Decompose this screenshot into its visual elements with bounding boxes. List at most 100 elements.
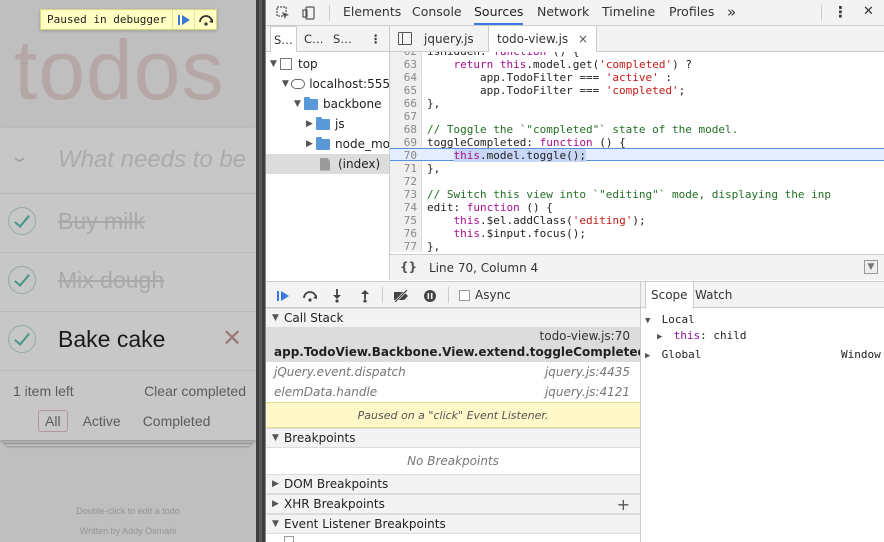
- step-over-icon[interactable]: [194, 10, 216, 29]
- tab-sources[interactable]: Sources: [474, 0, 524, 25]
- close-tab-icon[interactable]: ×: [578, 32, 588, 46]
- resume-icon[interactable]: [172, 10, 194, 29]
- code-line: 76 this.$input.focus();: [390, 227, 884, 240]
- navigator-tab-content-scripts[interactable]: C…: [304, 32, 324, 46]
- editor-statusbar: {} Line 70, Column 4 ▼: [390, 254, 884, 280]
- scope-this-value: : child: [700, 329, 747, 342]
- inspect-element-icon[interactable]: [274, 4, 292, 22]
- line-number[interactable]: 74: [390, 201, 417, 214]
- tab-scope[interactable]: Scope: [645, 282, 694, 309]
- navigator-tab-sources[interactable]: S…: [270, 26, 297, 52]
- tab-timeline[interactable]: Timeline: [602, 0, 655, 25]
- code-text: },: [427, 97, 441, 110]
- line-number[interactable]: 68: [390, 123, 417, 136]
- line-number[interactable]: 71: [390, 162, 417, 175]
- line-number[interactable]: 73: [390, 188, 417, 201]
- tab-console[interactable]: Console: [412, 0, 462, 25]
- folder-icon: [304, 96, 318, 110]
- step-into-icon[interactable]: [328, 287, 346, 305]
- frame-location[interactable]: jquery.js:4121: [545, 385, 630, 399]
- call-frame-elemdata-handle[interactable]: elemData.handle jquery.js:4121: [266, 382, 640, 402]
- tree-item-node-modules[interactable]: ▶ node_mo: [266, 134, 389, 154]
- section-title: DOM Breakpoints: [284, 477, 389, 491]
- execution-line: 70 this.model.toggle();: [390, 148, 884, 162]
- scope-global[interactable]: ▶ Global: [645, 346, 701, 363]
- editor-tab-jquery[interactable]: jquery.js: [416, 26, 482, 52]
- line-number[interactable]: 67: [390, 110, 417, 123]
- tree-item-index[interactable]: (index): [266, 154, 389, 174]
- resume-icon[interactable]: [274, 287, 292, 305]
- close-devtools-icon[interactable]: ✕: [863, 0, 874, 25]
- code-line: 68 // Toggle the `"completed"` state of t…: [390, 123, 884, 136]
- line-number[interactable]: 76: [390, 227, 417, 240]
- dom-breakpoints-header[interactable]: ▶ DOM Breakpoints: [266, 474, 640, 494]
- more-tabs-icon[interactable]: »: [727, 0, 736, 25]
- toggle-navigator-icon[interactable]: [398, 32, 412, 45]
- tabbar-separator: [821, 5, 822, 21]
- tree-item-top[interactable]: ▼ top: [266, 54, 389, 74]
- frame-location[interactable]: todo-view.js:70: [540, 329, 630, 343]
- xhr-breakpoints-header[interactable]: ▶ XHR Breakpoints +: [266, 494, 640, 514]
- devtools-menu-icon[interactable]: ⋮: [833, 0, 848, 25]
- expanded-triangle-icon: ▼: [294, 99, 301, 109]
- line-number[interactable]: 70: [390, 149, 417, 162]
- panel-splitter[interactable]: [256, 0, 266, 542]
- line-number[interactable]: 77: [390, 240, 417, 252]
- deactivate-breakpoints-icon[interactable]: [392, 287, 410, 305]
- scope-tabs: Scope Watch: [641, 281, 884, 309]
- code-text: edit: function () {: [427, 201, 553, 214]
- step-over-icon[interactable]: [301, 287, 319, 305]
- navigator-tab-snippets[interactable]: S…: [333, 32, 352, 46]
- navigator-menu-icon[interactable]: ⋮: [370, 32, 382, 46]
- tree-item-backbone[interactable]: ▼ backbone: [266, 94, 389, 114]
- frame-function: jQuery.event.dispatch: [274, 365, 406, 379]
- code-editor[interactable]: 62isHidden: function () { 63 return this…: [390, 52, 884, 252]
- line-number[interactable]: 65: [390, 84, 417, 97]
- code-line: 72: [390, 175, 884, 188]
- event-category-checkbox[interactable]: [284, 536, 294, 542]
- async-checkbox-box[interactable]: [459, 289, 470, 301]
- code-text: app.TodoFilter === 'active' :: [427, 71, 673, 84]
- call-frame-jquery-dispatch[interactable]: jQuery.event.dispatch jquery.js:4435: [266, 362, 640, 382]
- tab-profiles[interactable]: Profiles: [669, 0, 714, 25]
- paused-banner-text: Paused in debugger: [47, 13, 167, 26]
- event-listener-breakpoints-header[interactable]: ▼ Event Listener Breakpoints: [266, 514, 640, 534]
- async-checkbox[interactable]: Async: [459, 288, 511, 302]
- frame-function: elemData.handle: [274, 385, 378, 399]
- scope-local[interactable]: ▼ Local: [645, 311, 695, 328]
- code-text: this.$input.focus();: [453, 227, 586, 240]
- line-number[interactable]: 63: [390, 58, 417, 71]
- tab-network[interactable]: Network: [537, 0, 589, 25]
- step-out-icon[interactable]: [356, 287, 374, 305]
- code-line: 71},: [390, 162, 884, 175]
- toggle-debugger-sidebar-icon[interactable]: ▼: [864, 260, 878, 274]
- file-icon: [320, 157, 330, 171]
- add-xhr-breakpoint-icon[interactable]: +: [617, 495, 630, 514]
- code-line: 73 // Switch this view into `"editing"` m…: [390, 188, 884, 201]
- tab-elements[interactable]: Elements: [343, 0, 401, 25]
- tree-item-js[interactable]: ▶ js: [266, 114, 389, 134]
- line-number[interactable]: 66: [390, 97, 417, 110]
- code-line: 75 this.$el.addClass('editing');: [390, 214, 884, 227]
- call-stack-header[interactable]: ▼ Call Stack: [266, 308, 640, 328]
- pause-on-exceptions-icon[interactable]: [421, 287, 439, 305]
- code-line: 74 edit: function () {: [390, 201, 884, 214]
- line-number[interactable]: 72: [390, 175, 417, 188]
- tree-item-localhost[interactable]: ▼ localhost:555: [266, 74, 389, 94]
- scope-this-entry[interactable]: ▶ this: child: [657, 327, 746, 344]
- expanded-triangle-icon: ▼: [272, 519, 279, 529]
- line-number[interactable]: 75: [390, 214, 417, 227]
- device-mode-icon[interactable]: [300, 4, 318, 22]
- pretty-print-button[interactable]: {}: [400, 260, 417, 274]
- editor-tab-todo-view[interactable]: todo-view.js ×: [488, 26, 598, 53]
- async-label: Async: [475, 288, 511, 302]
- tree-item-label: js: [335, 117, 345, 131]
- call-frame-toggle-completed[interactable]: todo-view.js:70 app.TodoView.Backbone.Vi…: [266, 328, 646, 362]
- frame-function: app.TodoView.Backbone.View.extend.toggle…: [274, 345, 647, 359]
- frame-location[interactable]: jquery.js:4435: [545, 365, 630, 379]
- line-number[interactable]: 64: [390, 71, 417, 84]
- code-line: 64 app.TodoFilter === 'active' :: [390, 71, 884, 84]
- breakpoints-header[interactable]: ▼ Breakpoints: [266, 428, 640, 448]
- tab-watch[interactable]: Watch: [690, 282, 737, 309]
- code-text: app.TodoFilter === 'completed';: [427, 84, 686, 97]
